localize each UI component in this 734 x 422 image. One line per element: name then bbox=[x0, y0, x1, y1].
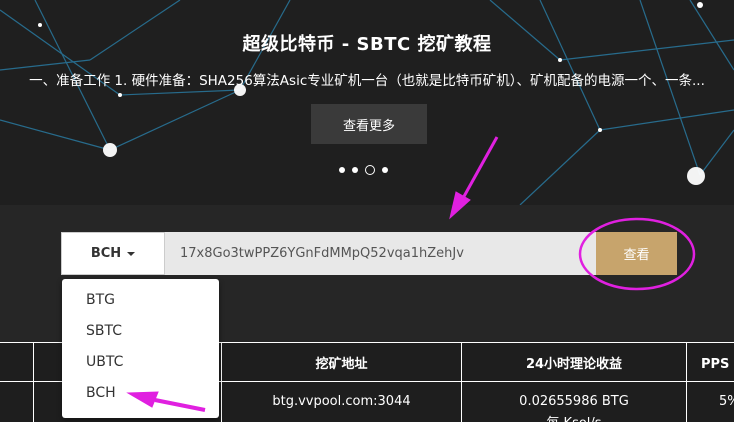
daily-income-unit: 每 Ksol/s bbox=[462, 412, 686, 422]
carousel-dot[interactable] bbox=[352, 167, 358, 173]
table-header-daily-income: 24小时理论收益 bbox=[461, 342, 687, 382]
page-title: 超级比特币 - SBTC 挖矿教程 bbox=[242, 34, 492, 55]
address-search-bar: BCH 查看 bbox=[61, 232, 677, 275]
table-cell-pps-fee: 5% bbox=[686, 382, 734, 422]
table-cell bbox=[0, 382, 34, 422]
dropdown-option-bch[interactable]: BCH bbox=[62, 378, 219, 409]
caret-down-icon bbox=[127, 251, 136, 256]
table-header-mining-address: 挖矿地址 bbox=[221, 342, 462, 382]
coin-dropdown-menu: BTG SBTC UBTC BCH bbox=[62, 279, 219, 418]
dropdown-option-btg[interactable]: BTG bbox=[62, 285, 219, 316]
carousel-dot-active[interactable] bbox=[365, 165, 375, 175]
view-button[interactable]: 查看 bbox=[596, 232, 677, 275]
article-summary: 一、准备工作 1. 硬件准备：SHA256算法Asic专业矿机一台（也就是比特币… bbox=[29, 73, 705, 89]
address-input[interactable] bbox=[165, 232, 577, 275]
dropdown-option-ubtc[interactable]: UBTC bbox=[62, 347, 219, 378]
table-header-cell bbox=[0, 342, 34, 382]
page: 超级比特币 - SBTC 挖矿教程 一、准备工作 1. 硬件准备：SHA256算… bbox=[0, 0, 734, 422]
view-more-button[interactable]: 查看更多 bbox=[311, 104, 427, 144]
table-header-pps-fee: PPS 费率 bbox=[686, 342, 734, 382]
coin-select[interactable]: BCH bbox=[61, 232, 165, 275]
table-cell-daily-income: 0.02655986 BTG 每 Ksol/s bbox=[461, 382, 687, 422]
daily-income-value: 0.02655986 BTG bbox=[519, 394, 629, 409]
carousel-dot[interactable] bbox=[382, 167, 388, 173]
coin-select-value: BCH bbox=[90, 246, 122, 261]
carousel-dot[interactable] bbox=[339, 167, 345, 173]
hero-banner: 超级比特币 - SBTC 挖矿教程 一、准备工作 1. 硬件准备：SHA256算… bbox=[0, 0, 734, 205]
dropdown-option-sbtc[interactable]: SBTC bbox=[62, 316, 219, 347]
table-cell-mining-address: btg.vvpool.com:3044 bbox=[221, 382, 462, 422]
carousel-indicators bbox=[339, 165, 388, 175]
